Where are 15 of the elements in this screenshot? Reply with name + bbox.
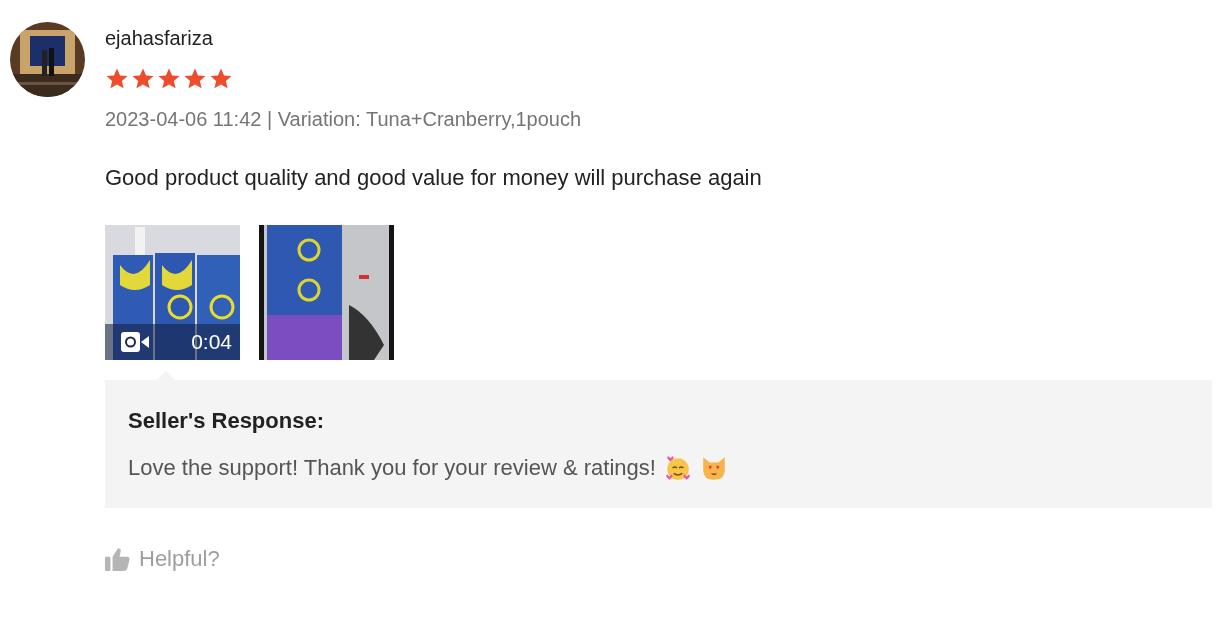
helpful-button[interactable]: Helpful? (105, 546, 220, 572)
video-camera-icon (121, 332, 149, 352)
star-icon (209, 67, 233, 91)
thumbs-up-icon (105, 547, 131, 571)
response-text: Love the support! Thank you for your review & ratings! (128, 455, 656, 481)
smiling-face-icon (663, 454, 692, 482)
video-duration: 0:04 (191, 330, 232, 354)
star-icon (131, 67, 155, 91)
star-icon (157, 67, 181, 91)
username: ejahasfariza (105, 26, 213, 50)
star-icon (183, 67, 207, 91)
response-title: Seller's Response: (128, 408, 325, 434)
review-text: Good product quality and good value for money will purchase again (105, 165, 762, 191)
review-meta: 2023-04-06 11:42 | Variation: Tuna+Cranberry,1pouch (105, 107, 582, 131)
star-icon (105, 67, 129, 91)
